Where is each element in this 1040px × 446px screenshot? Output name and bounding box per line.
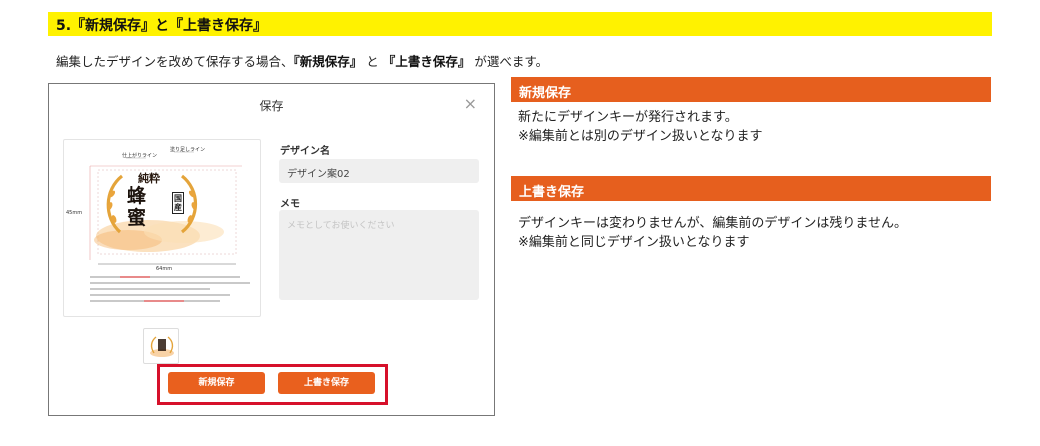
intro-overwrite: 上書き保存	[395, 54, 458, 69]
overwrite-line2: ※編集前と同じデザイン扱いとなります	[518, 235, 750, 250]
preview-dimension-height: 45mm	[66, 210, 83, 216]
intro-and: と	[366, 54, 379, 69]
overwrite-heading-bar: 上書き保存	[511, 176, 991, 201]
memo-label: メモ	[280, 199, 300, 210]
section-title: 5.『新規保存』と『上書き保存』	[56, 18, 268, 34]
overwrite-heading: 上書き保存	[519, 185, 585, 200]
intro-text: 編集したデザインを改めて保存する場合、『新規保存』 と 『上書き保存』 が選べま…	[56, 51, 548, 70]
label-preview-art	[89, 151, 250, 302]
section-header: 5.『新規保存』と『上書き保存』	[48, 12, 992, 36]
new-save-button[interactable]: 新規保存	[168, 372, 265, 394]
intro-suffix: が選べます。	[474, 54, 549, 69]
design-name-label: デザイン名	[280, 146, 330, 157]
thumbnail-art	[150, 336, 174, 357]
preview-text-kokusan: 国産	[172, 192, 184, 214]
dialog-title: 保存	[259, 99, 284, 113]
intro-bracket-close-2: 』	[457, 54, 471, 69]
intro-bracket-open-2: 『	[382, 54, 396, 69]
preview-text-hachimitsu: 蜂蜜	[127, 185, 147, 229]
new-save-line1: 新たにデザインキーが発行されます。	[518, 110, 738, 125]
new-save-heading-bar: 新規保存	[511, 77, 991, 102]
preview-guide-bleed: 塗り足しライン	[170, 147, 206, 153]
preview-text-junsei: 純粋	[138, 172, 160, 185]
preview-guide-trim: 仕上がりライン	[122, 153, 158, 159]
save-dialog: 保存 × 塗り足しライン 仕上がりライン 純粋 蜂蜜 国産 45mm 64mm …	[48, 83, 495, 416]
preview-thumbnail[interactable]	[143, 328, 179, 364]
close-icon[interactable]: ×	[464, 94, 477, 113]
preview-dimension-width: 64mm	[156, 266, 173, 272]
new-save-line2: ※編集前とは別のデザイン扱いとなります	[518, 129, 763, 144]
overwrite-line1: デザインキーは変わりませんが、編集前のデザインは残りません。	[518, 216, 907, 231]
label-preview: 塗り足しライン 仕上がりライン 純粋 蜂蜜 国産 45mm 64mm	[63, 139, 261, 317]
design-name-input[interactable]: デザイン案02	[279, 159, 479, 183]
intro-new-save: 新規保存	[299, 54, 350, 69]
new-save-heading: 新規保存	[519, 86, 572, 101]
intro-prefix: 編集したデザインを改めて保存する場合、	[56, 54, 294, 69]
memo-textarea[interactable]: メモとしてお使いください	[279, 210, 479, 300]
overwrite-save-button[interactable]: 上書き保存	[278, 372, 375, 394]
intro-bracket-close: 』	[349, 54, 363, 69]
